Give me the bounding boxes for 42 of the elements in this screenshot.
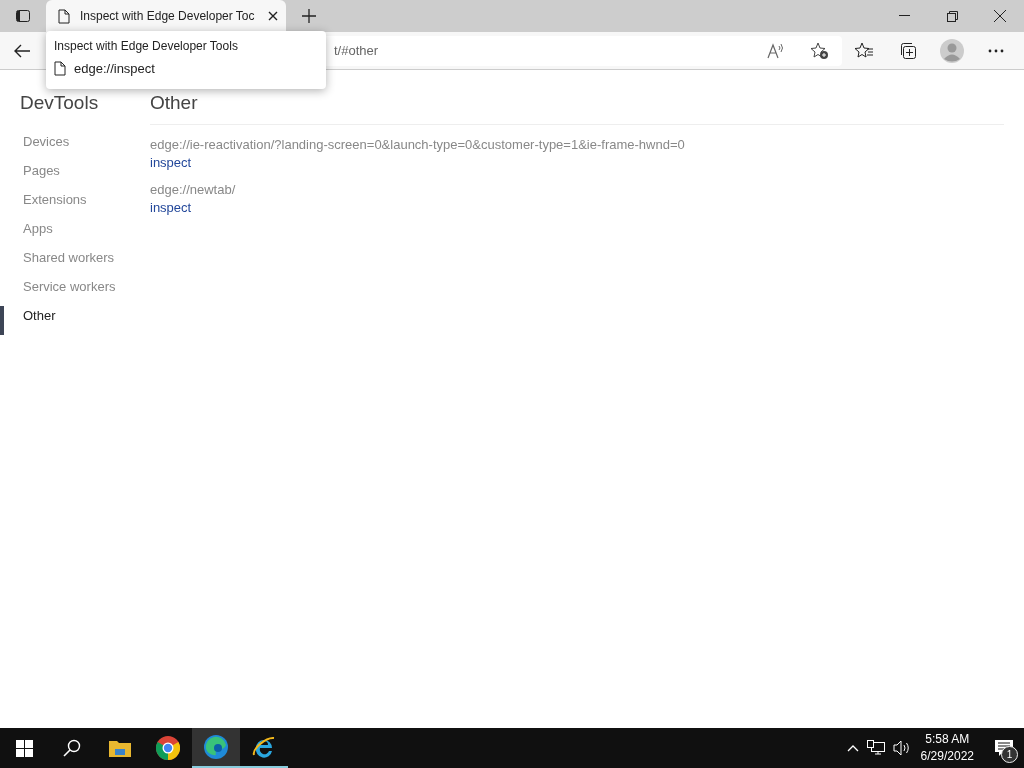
minimize-icon	[898, 15, 910, 17]
sidebar-item[interactable]: Service workers	[0, 277, 150, 306]
notifications-button[interactable]: 1	[984, 728, 1024, 768]
volume-icon[interactable]	[892, 740, 911, 756]
back-arrow-icon	[14, 43, 30, 58]
clock-time[interactable]: 5:58 AM	[925, 731, 970, 748]
close-icon	[994, 10, 1006, 22]
folder-icon	[109, 739, 131, 757]
chevron-up-icon[interactable]	[846, 744, 859, 752]
search-icon	[63, 739, 81, 757]
tooltip-title: Inspect with Edge Developer Tools	[54, 39, 239, 53]
edge-icon	[204, 735, 228, 759]
windows-logo-icon	[15, 739, 33, 757]
more-icon	[988, 48, 1004, 53]
sidebar-item[interactable]: Apps	[0, 219, 150, 248]
sidebar-item[interactable]: Extensions	[0, 190, 150, 219]
inspect-link[interactable]: inspect	[150, 200, 192, 215]
sidebar-item[interactable]: Devices	[0, 132, 150, 161]
tab-actions-icon	[16, 10, 30, 22]
close-icon[interactable]	[268, 11, 278, 21]
sidebar-item[interactable]: Pages	[0, 161, 150, 190]
clock-date[interactable]: 6/29/2022	[920, 748, 974, 765]
avatar-icon	[940, 38, 964, 63]
target-url: edge://ie-reactivation/?landing-screen=0&launch-type=0&customer-type=1&ie-frame-hwnd=0	[150, 137, 686, 152]
taskbar-app[interactable]	[192, 728, 240, 768]
page-icon	[58, 8, 70, 24]
section-title: Other	[150, 92, 1004, 125]
collections-icon	[899, 41, 917, 60]
page-icon	[54, 61, 66, 76]
network-icon[interactable]	[866, 740, 885, 756]
browser-tab[interactable]: Inspect with Edge Developer Toc	[46, 0, 286, 32]
star-list-icon	[854, 41, 874, 60]
chrome-icon	[156, 736, 180, 760]
sidebar-item[interactable]: Shared workers	[0, 248, 150, 277]
plus-icon	[301, 8, 317, 24]
sidebar-item[interactable]: Other	[0, 306, 150, 335]
sidebar-title: DevTools	[20, 92, 100, 114]
restore-icon	[946, 10, 958, 22]
inspect-link[interactable]: inspect	[150, 155, 192, 170]
target-url: edge://newtab/	[150, 182, 237, 197]
notification-count: 1	[1001, 746, 1018, 763]
ie-icon	[252, 735, 276, 759]
